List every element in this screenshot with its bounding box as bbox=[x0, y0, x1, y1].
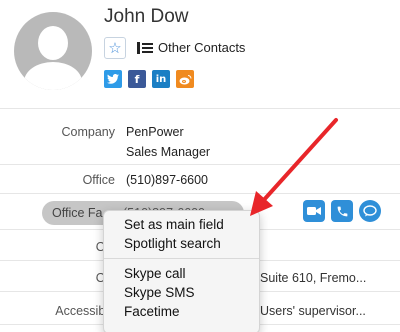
header-divider bbox=[0, 108, 400, 109]
menu-separator bbox=[104, 258, 259, 259]
menu-item-facetime[interactable]: Facetime bbox=[104, 302, 259, 321]
list-icon bbox=[137, 41, 153, 54]
menu-item-spotlight-search[interactable]: Spotlight search bbox=[104, 234, 259, 253]
menu-item-skype-sms[interactable]: Skype SMS bbox=[104, 283, 259, 302]
office-divider bbox=[0, 193, 400, 194]
selected-field-label: Office Fa bbox=[52, 206, 103, 220]
office-field-2-label: Offi bbox=[0, 240, 115, 254]
facebook-icon[interactable]: f bbox=[128, 70, 146, 88]
context-menu: Set as main field Spotlight search Skype… bbox=[103, 210, 260, 332]
menu-item-set-main-field[interactable]: Set as main field bbox=[104, 215, 259, 234]
phone-call-icon[interactable] bbox=[331, 200, 353, 222]
avatar-head-shape bbox=[38, 26, 68, 60]
office-label: Office bbox=[82, 173, 115, 187]
contact-group[interactable]: Other Contacts bbox=[137, 40, 245, 55]
company-label: Company bbox=[61, 125, 116, 139]
menu-item-skype-call[interactable]: Skype call bbox=[104, 264, 259, 283]
address-value[interactable]: Suite 610, Fremo... bbox=[260, 271, 366, 285]
weibo-icon[interactable] bbox=[176, 70, 194, 88]
contact-avatar[interactable] bbox=[14, 12, 92, 90]
twitter-icon[interactable] bbox=[104, 70, 122, 88]
message-icon[interactable] bbox=[359, 200, 381, 222]
accessible-label: Accessible bbox=[55, 304, 115, 318]
social-links: f in bbox=[104, 70, 194, 88]
group-label: Other Contacts bbox=[158, 40, 246, 55]
accessible-value[interactable]: Users' supervisor... bbox=[260, 304, 366, 318]
video-call-icon[interactable] bbox=[303, 200, 325, 222]
action-buttons bbox=[303, 200, 381, 222]
company-title[interactable]: Sales Manager bbox=[126, 145, 210, 159]
office-value[interactable]: (510)897-6600 bbox=[126, 173, 208, 187]
linkedin-icon[interactable]: in bbox=[152, 70, 170, 88]
company-divider bbox=[0, 164, 400, 165]
favorite-star-icon[interactable]: ☆ bbox=[104, 37, 126, 59]
contact-name: John Dow bbox=[104, 6, 189, 27]
avatar-body-shape bbox=[24, 62, 82, 90]
office-field-3-label: Offi bbox=[0, 271, 115, 285]
company-name[interactable]: PenPower bbox=[126, 125, 184, 139]
